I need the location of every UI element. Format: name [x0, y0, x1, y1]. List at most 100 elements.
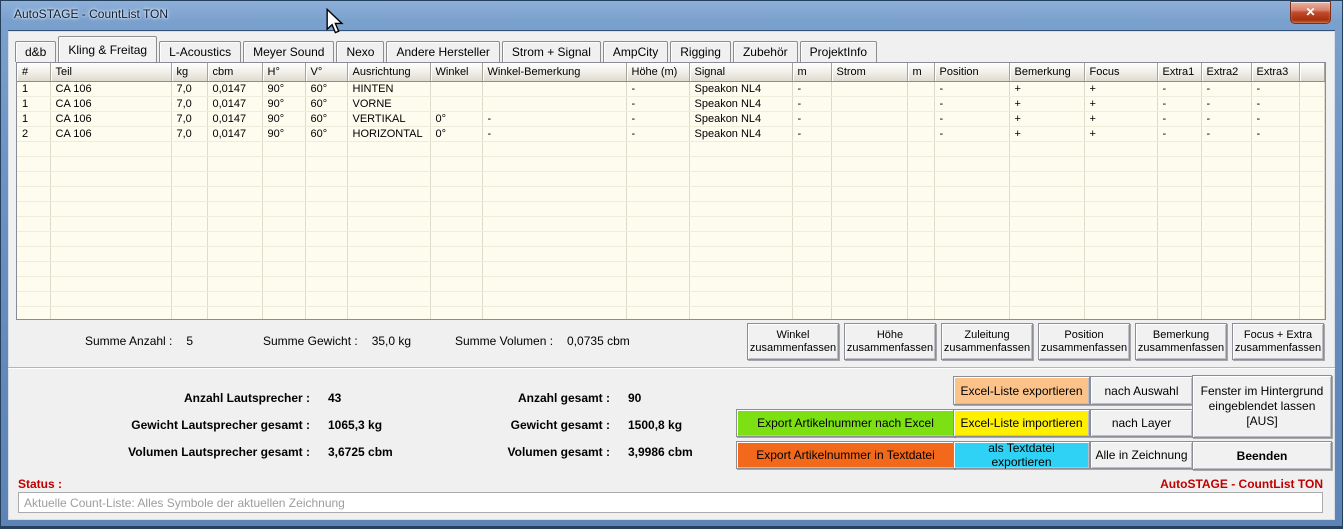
status-input[interactable] [18, 492, 1323, 513]
section-divider [8, 367, 1335, 369]
column-header[interactable]: Bemerkung [1009, 63, 1085, 82]
cell: 90° [262, 111, 306, 127]
tab-label: Meyer Sound [253, 45, 325, 59]
focus-extra-zusammenfassen-button[interactable]: Focus + Extra zusammenfassen [1232, 323, 1324, 360]
export-artikelnummer-textdatei-button[interactable]: Export Artikelnummer in Textdatei [736, 441, 955, 469]
cell [689, 231, 793, 247]
cell [1251, 156, 1300, 172]
tab-strom-signal[interactable]: Strom + Signal [501, 41, 601, 62]
nach-layer-button[interactable]: nach Layer [1090, 409, 1193, 437]
nach-auswahl-button[interactable]: nach Auswahl [1090, 376, 1193, 405]
cell [171, 246, 208, 262]
cell: 7,0 [171, 111, 208, 127]
excel-liste-exportieren-button[interactable]: Excel-Liste exportieren [953, 376, 1090, 405]
table-row[interactable]: 1 CA 106 7,0 0,0147 90° 60° VERTIKAL 0° - - Speako… [17, 111, 1325, 127]
cell [482, 261, 627, 277]
cell [482, 171, 627, 187]
cell: - [1157, 96, 1202, 112]
column-header[interactable]: Teil [50, 63, 172, 82]
tab-meyer-sound[interactable]: Meyer Sound [243, 41, 335, 62]
tab-ampcity[interactable]: AmpCity [602, 41, 669, 62]
column-header[interactable]: kg [171, 63, 208, 82]
cell: - [792, 81, 832, 97]
column-header[interactable]: Extra3 [1251, 63, 1300, 82]
cell [792, 186, 832, 202]
cell [50, 141, 172, 157]
cell [262, 141, 306, 157]
alle-in-zeichnung-button[interactable]: Alle in Zeichnung [1090, 441, 1193, 469]
table-row[interactable]: 2 CA 106 7,0 0,0147 90° 60° HORIZONTAL 0° - - Spea… [17, 126, 1325, 142]
cell [626, 231, 690, 247]
cell [17, 261, 51, 277]
export-artikelnummer-excel-button[interactable]: Export Artikelnummer nach Excel [736, 409, 955, 437]
column-header[interactable]: m [907, 63, 935, 82]
tab-kling-freitag[interactable]: Kling & Freitag [58, 36, 158, 62]
column-header[interactable]: Signal [689, 63, 793, 82]
tab-l-acoustics[interactable]: L-Acoustics [159, 41, 242, 62]
column-header[interactable]: cbm [207, 63, 263, 82]
column-header[interactable]: Ausrichtung [347, 63, 431, 82]
column-header[interactable]: Extra2 [1201, 63, 1252, 82]
cell [17, 156, 51, 172]
bemerkung-zusammenfassen-button[interactable]: Bemerkung zusammenfassen [1135, 323, 1227, 360]
beenden-button[interactable]: Beenden [1192, 441, 1332, 470]
cell: VERTIKAL [347, 111, 431, 127]
als-textdatei-exportieren-button[interactable]: als Textdatei exportieren [953, 441, 1090, 469]
tab-zubeh-r[interactable]: Zubehör [732, 41, 798, 62]
tab-rigging[interactable]: Rigging [670, 41, 731, 62]
cell [1299, 186, 1325, 202]
column-header[interactable]: Extra1 [1157, 63, 1202, 82]
cell: + [1084, 96, 1158, 112]
column-header[interactable]: Winkel [430, 63, 483, 82]
column-header[interactable] [1299, 63, 1325, 82]
cell [17, 216, 51, 232]
cell [689, 171, 793, 187]
cell: 2 [17, 126, 51, 142]
cell [1201, 156, 1252, 172]
zuleitung-zusammenfassen-button[interactable]: Zuleitung zusammenfassen [941, 323, 1033, 360]
fenster-hintergrund-button[interactable]: Fenster im Hintergrund eingeblendet lass… [1192, 375, 1332, 438]
excel-liste-importieren-button[interactable]: Excel-Liste importieren [953, 409, 1090, 437]
cell [207, 141, 263, 157]
cell [482, 306, 627, 319]
tab-nexo[interactable]: Nexo [336, 41, 385, 62]
h-he-zusammenfassen-button[interactable]: Höhe zusammenfassen [844, 323, 936, 360]
cell [1251, 231, 1300, 247]
cell [831, 81, 908, 97]
close-button[interactable]: ✕ [1290, 1, 1331, 24]
cell [831, 201, 908, 217]
position-zusammenfassen-button[interactable]: Position zusammenfassen [1038, 323, 1130, 360]
cell [430, 201, 483, 217]
table-row[interactable]: 1 CA 106 7,0 0,0147 90° 60° HINTEN - Speakon NL… [17, 81, 1325, 97]
column-header[interactable]: Focus [1084, 63, 1158, 82]
cell [792, 276, 832, 292]
winkel-zusammenfassen-button[interactable]: Winkel zusammenfassen [747, 323, 839, 360]
cell: - [1201, 81, 1252, 97]
cell [262, 231, 306, 247]
cell [1009, 306, 1085, 319]
column-header[interactable]: H° [262, 63, 306, 82]
tab-d-b[interactable]: d&b [15, 41, 57, 62]
column-header[interactable]: Strom [831, 63, 908, 82]
cell [792, 171, 832, 187]
tab-label: Strom + Signal [511, 45, 591, 59]
column-header[interactable]: Position [934, 63, 1010, 82]
table-row[interactable]: 1 CA 106 7,0 0,0147 90° 60° VORNE - Speakon NL4… [17, 96, 1325, 112]
tab-andere-hersteller[interactable]: Andere Hersteller [386, 41, 500, 62]
cell [207, 306, 263, 319]
tab-projektinfo[interactable]: ProjektInfo [799, 41, 878, 62]
cell [1299, 171, 1325, 187]
cell [626, 246, 690, 262]
totals-label: Volumen gesamt : [507, 445, 610, 459]
column-header[interactable]: m [792, 63, 832, 82]
column-header[interactable]: V° [305, 63, 348, 82]
cell [347, 216, 431, 232]
tab-label: ProjektInfo [809, 45, 868, 59]
cell [1299, 246, 1325, 262]
cell [1299, 216, 1325, 232]
cell [207, 216, 263, 232]
column-header[interactable]: Höhe (m) [626, 63, 690, 82]
column-header[interactable]: Winkel-Bemerkung [482, 63, 627, 82]
column-header[interactable]: # [17, 63, 51, 82]
cell: 0,0147 [207, 96, 263, 112]
